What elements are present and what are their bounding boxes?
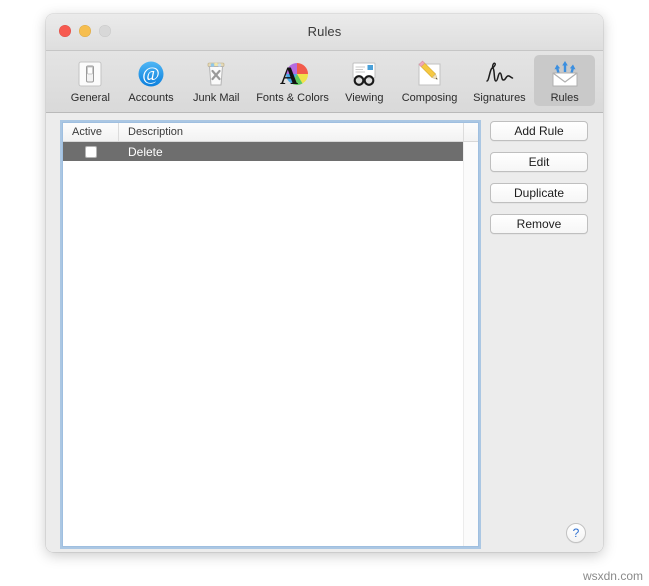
add-rule-button[interactable]: Add Rule: [490, 121, 588, 141]
glasses-icon: [348, 58, 380, 90]
at-sign-icon: @: [135, 58, 167, 90]
rules-table[interactable]: Active Description Delete: [62, 122, 479, 547]
preferences-toolbar: General @ Accounts Junk Mail A Fonts & C…: [46, 51, 603, 113]
toolbar-item-accounts[interactable]: @ Accounts: [121, 55, 182, 106]
signature-icon: [483, 58, 515, 90]
watermark: wsxdn.com: [582, 569, 643, 583]
toolbar-item-signatures[interactable]: Signatures: [464, 55, 534, 106]
toolbar-item-junk-mail-label: Junk Mail: [193, 92, 240, 104]
header-scroll-gutter: [464, 123, 478, 141]
rules-envelope-icon: [549, 58, 581, 90]
rule-description: Delete: [128, 144, 163, 159]
toolbar-item-composing[interactable]: Composing: [395, 55, 465, 106]
toolbar-item-viewing[interactable]: Viewing: [334, 55, 395, 106]
edit-button[interactable]: Edit: [490, 152, 588, 172]
switch-icon: [74, 58, 106, 90]
column-header-active[interactable]: Active: [63, 123, 119, 141]
svg-text:@: @: [142, 64, 160, 85]
table-rows: Delete: [63, 142, 463, 546]
window-titlebar: Rules: [46, 14, 603, 51]
table-header-row: Active Description: [63, 123, 478, 142]
row-active-cell: [63, 145, 119, 158]
toolbar-item-fonts-colors-label: Fonts & Colors: [256, 92, 329, 104]
table-body: Delete: [63, 142, 478, 546]
rules-pane: Active Description Delete Add Rule Edit …: [46, 113, 603, 552]
toolbar-item-general[interactable]: General: [60, 55, 121, 106]
pencil-icon: [414, 58, 446, 90]
toolbar-item-junk-mail[interactable]: Junk Mail: [181, 55, 251, 106]
toolbar-item-rules[interactable]: Rules: [534, 55, 595, 106]
toolbar-item-general-label: General: [70, 92, 110, 104]
window-title: Rules: [307, 24, 342, 39]
remove-button[interactable]: Remove: [490, 214, 588, 234]
toolbar-item-viewing-label: Viewing: [345, 92, 384, 104]
trash-x-icon: [200, 58, 232, 90]
vertical-scrollbar[interactable]: [463, 142, 478, 546]
help-button[interactable]: ?: [566, 523, 586, 543]
toolbar-item-rules-label: Rules: [550, 92, 579, 104]
table-row[interactable]: Delete: [63, 142, 463, 161]
toolbar-item-fonts-colors[interactable]: A Fonts & Colors: [251, 55, 334, 106]
rule-active-checkbox[interactable]: [85, 145, 97, 158]
rule-action-buttons: Add Rule Edit Duplicate Remove: [490, 121, 588, 234]
toolbar-item-accounts-label: Accounts: [128, 92, 174, 104]
column-header-description[interactable]: Description: [119, 123, 464, 141]
preferences-window: Rules General @ Accounts Junk Mail A Fon…: [46, 14, 603, 552]
font-color-icon: A: [277, 58, 309, 90]
duplicate-button[interactable]: Duplicate: [490, 183, 588, 203]
toolbar-item-composing-label: Composing: [401, 92, 458, 104]
toolbar-item-signatures-label: Signatures: [473, 92, 526, 104]
svg-text:A: A: [280, 63, 298, 90]
